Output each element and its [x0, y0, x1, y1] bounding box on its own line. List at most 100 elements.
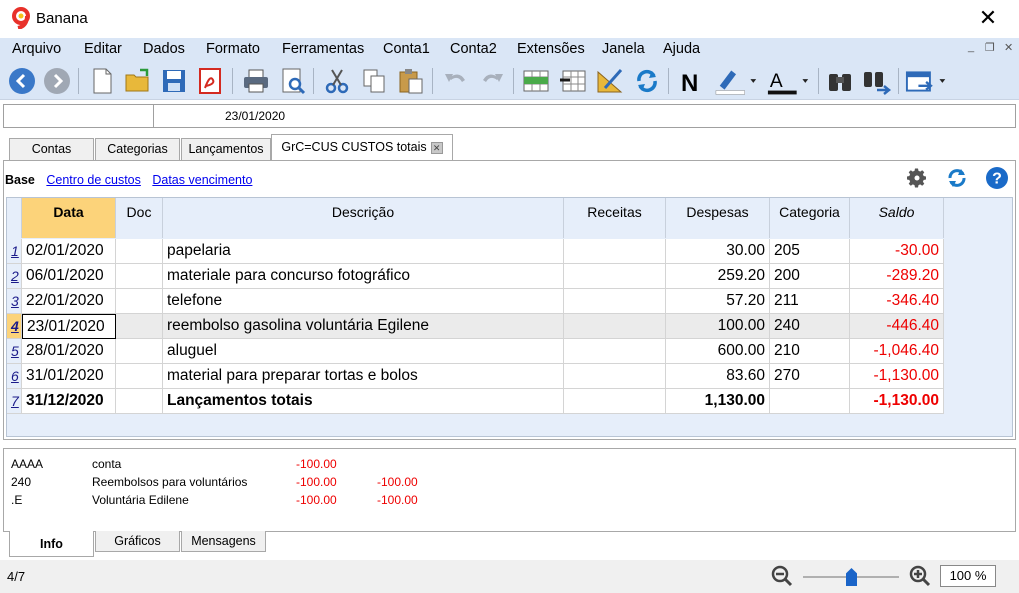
- cell-doc[interactable]: [116, 389, 163, 414]
- pdf-icon[interactable]: [194, 65, 226, 97]
- cell-categoria[interactable]: 211: [770, 289, 850, 314]
- header-doc[interactable]: Doc: [116, 198, 163, 238]
- cell-saldo[interactable]: -446.40: [850, 314, 944, 339]
- window-layout-icon[interactable]: [904, 65, 952, 97]
- cell-receitas[interactable]: [564, 314, 666, 339]
- edit-ruler-icon[interactable]: [594, 65, 626, 97]
- menu-janela[interactable]: Janela: [602, 41, 645, 57]
- forward-icon[interactable]: [41, 65, 73, 97]
- cell-despesas[interactable]: 600.00: [666, 339, 770, 364]
- row-number[interactable]: 2: [7, 264, 22, 289]
- open-folder-icon[interactable]: [122, 65, 154, 97]
- table-row[interactable]: 1 02/01/2020 papelaria 30.00 205 -30.00: [7, 239, 1013, 264]
- back-icon[interactable]: [6, 65, 38, 97]
- menu-editar[interactable]: Editar: [84, 41, 122, 57]
- cell-data[interactable]: 31/12/2020: [22, 389, 116, 414]
- cell-data[interactable]: 31/01/2020: [22, 364, 116, 389]
- zoom-out-icon[interactable]: [770, 564, 794, 588]
- cut-icon[interactable]: [321, 65, 353, 97]
- bold-icon[interactable]: N: [674, 65, 706, 97]
- cell-doc[interactable]: [116, 289, 163, 314]
- recalculate-icon[interactable]: [631, 65, 663, 97]
- cell-value-bar[interactable]: 23/01/2020: [3, 104, 1016, 128]
- tab-lancamentos[interactable]: Lançamentos: [181, 138, 271, 160]
- header-data[interactable]: Data: [22, 198, 116, 238]
- cell-doc[interactable]: [116, 364, 163, 389]
- cell-reference-field[interactable]: [4, 105, 154, 127]
- new-file-icon[interactable]: [86, 65, 118, 97]
- cell-data[interactable]: 02/01/2020: [22, 239, 116, 264]
- cell-saldo[interactable]: -30.00: [850, 239, 944, 264]
- cell-receitas[interactable]: [564, 364, 666, 389]
- cell-saldo[interactable]: -289.20: [850, 264, 944, 289]
- print-preview-icon[interactable]: [277, 65, 309, 97]
- table-row[interactable]: 4 23/01/2020 reembolso gasolina voluntária…: [7, 314, 1013, 339]
- find-icon[interactable]: [824, 65, 856, 97]
- cell-despesas[interactable]: 100.00: [666, 314, 770, 339]
- zoom-slider-thumb[interactable]: [846, 568, 857, 586]
- row-number[interactable]: 1: [7, 239, 22, 264]
- menu-conta1[interactable]: Conta1: [383, 41, 430, 57]
- copy-icon[interactable]: [358, 65, 390, 97]
- cell-doc[interactable]: [116, 314, 163, 339]
- table-row[interactable]: 3 22/01/2020 telefone 57.20 211 -346.40: [7, 289, 1013, 314]
- cell-despesas[interactable]: 30.00: [666, 239, 770, 264]
- cell-categoria[interactable]: 210: [770, 339, 850, 364]
- delete-rows-icon[interactable]: [557, 65, 589, 97]
- row-number[interactable]: 6: [7, 364, 22, 389]
- cell-despesas[interactable]: 83.60: [666, 364, 770, 389]
- cell-descricao[interactable]: materiale para concurso fotográfico: [163, 264, 564, 289]
- cell-categoria[interactable]: [770, 389, 850, 414]
- cell-receitas[interactable]: [564, 239, 666, 264]
- cell-categoria[interactable]: 240: [770, 314, 850, 339]
- save-icon[interactable]: [158, 65, 190, 97]
- print-icon[interactable]: [240, 65, 272, 97]
- menu-ferramentas[interactable]: Ferramentas: [282, 41, 364, 57]
- undo-icon[interactable]: [440, 65, 472, 97]
- settings-gear-icon[interactable]: [905, 166, 929, 190]
- tab-categorias[interactable]: Categorias: [95, 138, 180, 160]
- cell-despesas[interactable]: 259.20: [666, 264, 770, 289]
- insert-rows-icon[interactable]: [520, 65, 552, 97]
- cell-data[interactable]: 23/01/2020: [22, 314, 116, 339]
- menu-dados[interactable]: Dados: [143, 41, 185, 57]
- find-next-icon[interactable]: [861, 65, 893, 97]
- cell-despesas[interactable]: 57.20: [666, 289, 770, 314]
- refresh-icon[interactable]: [945, 166, 969, 190]
- row-number[interactable]: 7: [7, 389, 22, 414]
- cell-saldo[interactable]: -1,130.00: [850, 389, 944, 414]
- mdi-close-icon[interactable]: ✕: [1004, 41, 1013, 54]
- cell-data[interactable]: 06/01/2020: [22, 264, 116, 289]
- row-number[interactable]: 3: [7, 289, 22, 314]
- header-despesas[interactable]: Despesas: [666, 198, 770, 238]
- table-row[interactable]: 5 28/01/2020 aluguel 600.00 210 -1,046.40: [7, 339, 1013, 364]
- table-row[interactable]: 2 06/01/2020 materiale para concurso fotog…: [7, 264, 1013, 289]
- cell-descricao[interactable]: Lançamentos totais: [163, 389, 564, 414]
- cell-receitas[interactable]: [564, 339, 666, 364]
- header-descricao[interactable]: Descrição: [163, 198, 564, 238]
- row-number[interactable]: 5: [7, 339, 22, 364]
- view-base[interactable]: Base: [5, 173, 35, 187]
- cell-descricao[interactable]: papelaria: [163, 239, 564, 264]
- close-tab-icon[interactable]: ✕: [430, 141, 443, 154]
- menu-conta2[interactable]: Conta2: [450, 41, 497, 57]
- tab-contas[interactable]: Contas: [9, 138, 94, 160]
- cell-despesas[interactable]: 1,130.00: [666, 389, 770, 414]
- cell-descricao[interactable]: reembolso gasolina voluntária Egilene: [163, 314, 564, 339]
- cell-descricao[interactable]: material para preparar tortas e bolos: [163, 364, 564, 389]
- menu-arquivo[interactable]: Arquivo: [12, 41, 61, 57]
- totals-row[interactable]: 7 31/12/2020 Lançamentos totais 1,130.00 -1,…: [7, 389, 1013, 414]
- cell-saldo[interactable]: -1,046.40: [850, 339, 944, 364]
- header-receitas[interactable]: Receitas: [564, 198, 666, 238]
- zoom-in-icon[interactable]: [908, 564, 932, 588]
- cell-doc[interactable]: [116, 339, 163, 364]
- tab-graficos[interactable]: Gráficos: [95, 531, 180, 552]
- help-icon[interactable]: ?: [985, 166, 1009, 190]
- menu-ajuda[interactable]: Ajuda: [663, 41, 700, 57]
- cell-receitas[interactable]: [564, 264, 666, 289]
- text-color-icon[interactable]: A: [765, 65, 813, 97]
- cell-data[interactable]: 22/01/2020: [22, 289, 116, 314]
- tab-info[interactable]: Info: [9, 531, 94, 557]
- cell-doc[interactable]: [116, 264, 163, 289]
- mdi-minimize-icon[interactable]: _: [968, 41, 974, 53]
